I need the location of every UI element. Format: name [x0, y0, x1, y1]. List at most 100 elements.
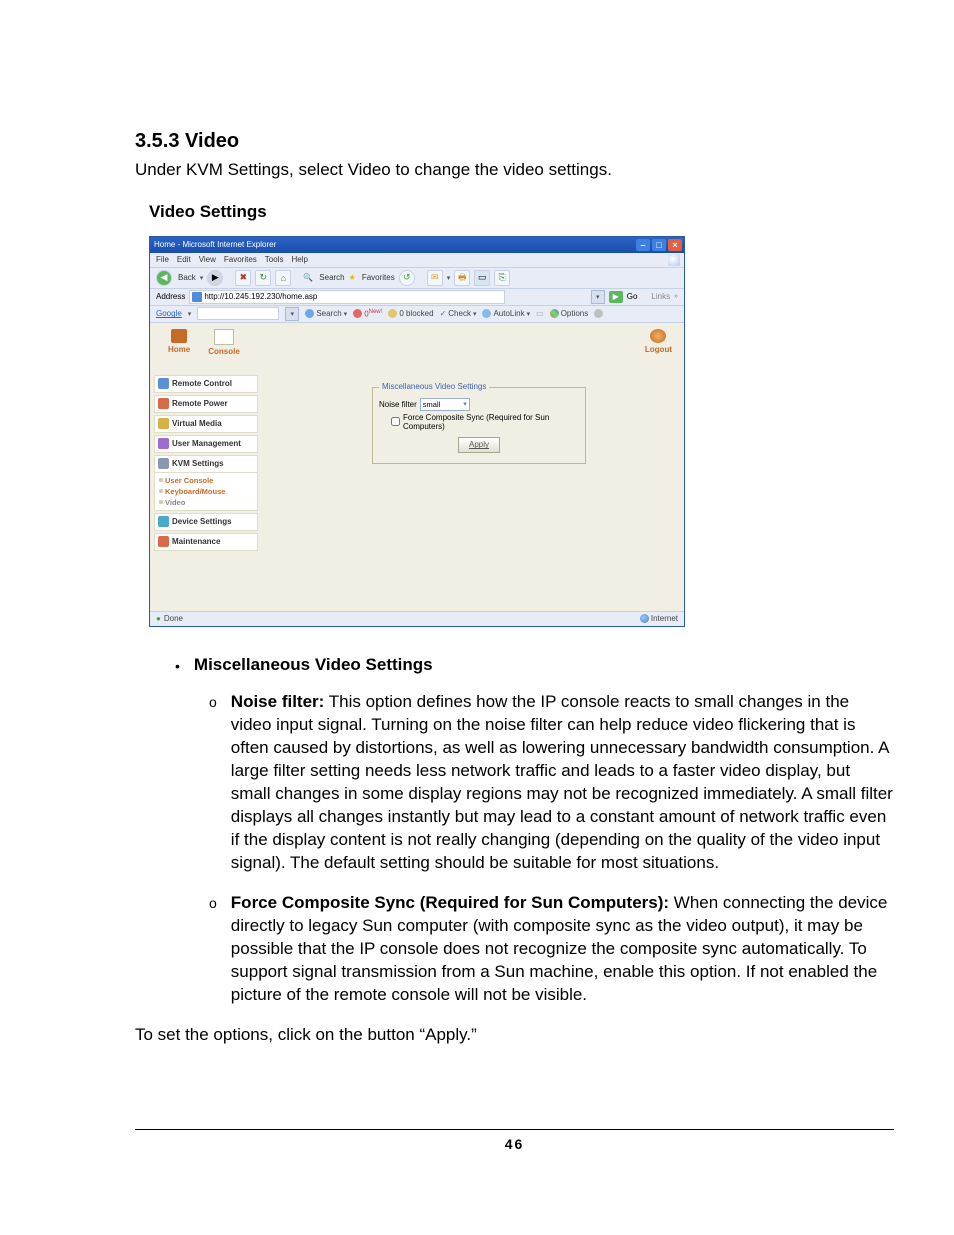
menu-tools[interactable]: Tools [265, 255, 284, 264]
internet-zone-icon [640, 614, 649, 623]
nav-sub-user-console[interactable]: User Console [159, 475, 257, 486]
forward-button[interactable]: ▶ [207, 270, 223, 286]
stop-button[interactable]: ✖ [235, 270, 251, 286]
menu-edit[interactable]: Edit [177, 255, 191, 264]
closing-text: To set the options, click on the button … [135, 1025, 894, 1045]
logout-link[interactable]: Logout [645, 329, 672, 373]
bullet-misc-settings: • Miscellaneous Video Settings [175, 655, 894, 677]
google-search-dropdown[interactable]: ▾ [285, 307, 299, 321]
google-search-icon [305, 309, 314, 318]
google-autolink-label[interactable]: AutoLink [493, 309, 524, 318]
home-icon [171, 329, 187, 343]
mail-button[interactable]: ✉ [427, 270, 443, 286]
menu-favorites[interactable]: Favorites [224, 255, 257, 264]
home-link[interactable]: Home [168, 329, 190, 373]
address-field[interactable]: http://10.245.192.230/home.asp [189, 290, 505, 304]
section-heading: 3.5.3 Video [135, 130, 894, 153]
search-icon[interactable]: 🔍 [303, 273, 313, 282]
device-settings-icon [158, 516, 169, 527]
minimize-button[interactable]: – [636, 239, 650, 251]
print-button[interactable]: 🖶 [454, 270, 470, 286]
bullet-circle-icon: o [209, 691, 217, 875]
address-label: Address [156, 292, 185, 301]
heading-description: Under KVM Settings, select Video to chan… [135, 159, 894, 182]
ie-window: Home - Microsoft Internet Explorer – □ ×… [149, 236, 685, 627]
force-sync-checkbox[interactable] [391, 417, 400, 426]
refresh-button[interactable]: ↻ [255, 270, 271, 286]
page-content: Home Console Logout Remote Control Re [150, 323, 684, 611]
favorites-icon[interactable]: ★ [349, 273, 356, 282]
check-icon: ✓ [440, 309, 447, 318]
nav-virtual-media[interactable]: Virtual Media [154, 415, 258, 433]
bullet-noise-filter: o Noise filter: This option defines how … [209, 691, 894, 875]
force-sync-label: Force Composite Sync (Required for Sun C… [403, 413, 579, 431]
nav-kvm-settings[interactable]: KVM Settings [154, 455, 258, 473]
google-search-label[interactable]: Search [316, 309, 341, 318]
nav-remote-control[interactable]: Remote Control [154, 375, 258, 393]
discuss-button[interactable]: ⎘ [494, 270, 510, 286]
back-label: Back [178, 273, 196, 282]
links-label[interactable]: Links [651, 292, 670, 301]
history-button[interactable]: ↺ [399, 270, 415, 286]
done-icon: ● [156, 614, 161, 623]
nav-sub-video[interactable]: Video [159, 497, 257, 508]
noise-filter-label: Noise filter [379, 400, 417, 409]
nav-panel: Remote Control Remote Power Virtual Medi… [154, 375, 258, 553]
titlebar: Home - Microsoft Internet Explorer – □ × [150, 237, 684, 253]
nav-device-settings[interactable]: Device Settings [154, 513, 258, 531]
back-button[interactable]: ◀ [156, 270, 172, 286]
menubar: File Edit View Favorites Tools Help [150, 253, 684, 268]
autofill-icon: ▭ [536, 309, 544, 318]
chevron-down-icon: ▾ [463, 400, 467, 408]
autolink-icon [482, 309, 491, 318]
status-zone: Internet [640, 614, 678, 623]
page-number: 46 [135, 1129, 894, 1152]
page-icon [192, 292, 202, 302]
blocked-count-icon [388, 309, 397, 318]
menu-view[interactable]: View [199, 255, 216, 264]
user-management-icon [158, 438, 169, 449]
toolbar-favorites-label[interactable]: Favorites [362, 273, 395, 282]
nav-maintenance[interactable]: Maintenance [154, 533, 258, 551]
noise-filter-value: small [423, 400, 441, 409]
nav-remote-power[interactable]: Remote Power [154, 395, 258, 413]
google-toolbar: Google ▾ ▾ Search▾ 0New! 0 blocked ✓Chec… [150, 306, 684, 323]
bullet-dot-icon: • [175, 655, 180, 677]
noise-filter-select[interactable]: small ▾ [420, 398, 470, 411]
popup-blocked-icon [353, 309, 362, 318]
google-options-label[interactable]: Options [561, 309, 589, 318]
address-bar: Address http://10.245.192.230/home.asp ▾… [150, 289, 684, 306]
google-blocked-count[interactable]: 0 blocked [399, 309, 433, 318]
logout-icon [650, 329, 666, 343]
menu-file[interactable]: File [156, 255, 169, 264]
close-button[interactable]: × [668, 239, 682, 251]
toolbar-search-label[interactable]: Search [319, 273, 344, 282]
console-link[interactable]: Console [208, 329, 240, 373]
options-icon [550, 309, 559, 318]
nav-kvm-submenu: User Console Keyboard/Mouse Video [154, 473, 258, 511]
virtual-media-icon [158, 418, 169, 429]
maintenance-icon [158, 536, 169, 547]
fieldset-legend: Miscellaneous Video Settings [379, 382, 489, 391]
bullet-circle-icon: o [209, 892, 217, 1007]
nav-sub-keyboard-mouse[interactable]: Keyboard/Mouse [159, 486, 257, 497]
google-blocked-label[interactable]: 0New! [364, 309, 382, 319]
google-check-label[interactable]: Check [448, 309, 471, 318]
status-bar: ● Done Internet [150, 611, 684, 626]
edit-button[interactable]: ▭ [474, 270, 490, 286]
nav-user-management[interactable]: User Management [154, 435, 258, 453]
video-settings-fieldset: Miscellaneous Video Settings Noise filte… [372, 387, 586, 464]
google-search-field[interactable] [197, 307, 279, 320]
window-title: Home - Microsoft Internet Explorer [154, 240, 276, 249]
maximize-button[interactable]: □ [652, 239, 666, 251]
google-extra-icon [594, 309, 603, 318]
google-logo[interactable]: Google [156, 309, 182, 318]
apply-button[interactable]: Apply [458, 437, 500, 453]
remote-power-icon [158, 398, 169, 409]
address-dropdown[interactable]: ▾ [591, 290, 605, 304]
browser-toolbar: ◀ Back ▾ ▶ ✖ ↻ ⌂ 🔍 Search ★ Favorites ↺ … [150, 268, 684, 289]
go-button[interactable]: ▶ [609, 291, 623, 303]
go-label: Go [627, 292, 638, 301]
home-button[interactable]: ⌂ [275, 270, 291, 286]
menu-help[interactable]: Help [291, 255, 307, 264]
